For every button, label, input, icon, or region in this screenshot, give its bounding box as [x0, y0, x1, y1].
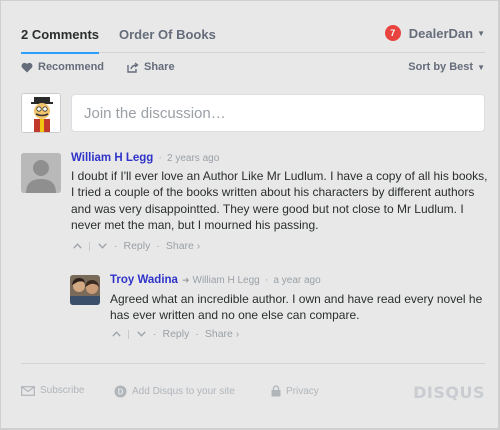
separator-dot: ·: [264, 274, 269, 286]
disqus-thread: 2 Comments Order Of Books 7 DealerDan ▼ …: [0, 0, 500, 430]
current-user-avatar[interactable]: [21, 93, 61, 133]
disqus-logo-icon: D: [114, 385, 127, 398]
share-label: Share: [144, 61, 175, 73]
thread-footer: Subscribe D Add Disqus to your site Priv…: [21, 383, 485, 402]
comment-author[interactable]: Troy Wadina: [110, 274, 178, 286]
avatar-image: [22, 94, 60, 132]
share-comment-button[interactable]: Share ›: [205, 328, 239, 340]
comment-input[interactable]: Join the discussion…: [71, 94, 485, 132]
separator-dot: ·: [156, 240, 160, 252]
separator-dot: ·: [153, 328, 157, 340]
avatar[interactable]: [70, 275, 100, 305]
in-reply-to-author: William H Legg: [192, 275, 260, 286]
comment-text: Agreed what an incredible author. I own …: [110, 292, 483, 323]
comment-actions: · Reply · Share ›: [71, 240, 200, 252]
tab-order-of-books[interactable]: Order Of Books: [119, 27, 216, 42]
comment-timestamp[interactable]: a year ago: [273, 275, 320, 286]
thread-toolbar: Recommend Share Sort by Best ▼: [21, 61, 485, 77]
heart-icon: [21, 62, 33, 72]
user-placeholder-icon: [21, 153, 61, 193]
comment-text: I doubt if I'll ever love an Author Like…: [71, 169, 488, 233]
reply-arrow-icon: ➜: [181, 275, 190, 285]
share-comment-button[interactable]: Share ›: [166, 240, 200, 252]
sort-label: Sort by Best: [408, 61, 474, 73]
downvote-icon[interactable]: [135, 331, 147, 337]
sort-dropdown[interactable]: Sort by Best ▼: [408, 61, 485, 73]
share-icon: [127, 61, 139, 73]
add-disqus-link[interactable]: D Add Disqus to your site: [114, 385, 235, 398]
chevron-down-icon[interactable]: ▼: [477, 29, 485, 38]
reply-button[interactable]: Reply: [163, 328, 190, 340]
user-menu[interactable]: 7 DealerDan ▼: [384, 25, 485, 41]
subscribe-label: Subscribe: [40, 385, 85, 396]
envelope-icon: [21, 385, 35, 396]
avatar-image: [70, 275, 100, 305]
in-reply-to[interactable]: ➜ William H Legg: [178, 275, 260, 286]
notification-badge[interactable]: 7: [384, 25, 401, 41]
reply-button[interactable]: Reply: [124, 240, 151, 252]
footer-divider: [21, 363, 485, 364]
lock-icon: [271, 385, 281, 397]
separator-dot: ·: [158, 152, 162, 164]
svg-text:D: D: [118, 388, 124, 397]
avatar[interactable]: [21, 153, 61, 193]
recommend-label: Recommend: [38, 61, 105, 73]
downvote-icon[interactable]: [96, 243, 108, 249]
comment-author[interactable]: William H Legg: [71, 152, 153, 164]
comment-actions: · Reply · Share ›: [110, 328, 239, 340]
username[interactable]: DealerDan: [409, 26, 473, 41]
add-disqus-label: Add Disqus to your site: [132, 386, 235, 397]
separator-dot: ·: [114, 240, 118, 252]
separator-dot: ·: [195, 328, 199, 340]
comment-timestamp[interactable]: 2 years ago: [167, 153, 219, 164]
comment-header: Troy Wadina ➜ William H Legg · a year ag…: [110, 274, 321, 286]
share-button[interactable]: Share: [127, 61, 175, 73]
tab-comments[interactable]: 2 Comments: [21, 27, 100, 54]
privacy-label: Privacy: [286, 385, 319, 397]
disqus-brand-logo[interactable]: DISQUS: [413, 383, 485, 402]
comment-header: William H Legg · 2 years ago: [71, 152, 219, 164]
vote-divider: [128, 329, 129, 339]
recommend-button[interactable]: Recommend: [21, 61, 104, 73]
upvote-icon[interactable]: [110, 331, 122, 337]
chevron-down-icon: ▼: [477, 62, 485, 72]
vote-divider: [89, 241, 90, 251]
privacy-link[interactable]: Privacy: [271, 385, 319, 397]
subscribe-link[interactable]: Subscribe: [21, 385, 84, 396]
upvote-icon[interactable]: [71, 243, 83, 249]
thread-nav: 2 Comments Order Of Books 7 DealerDan ▼: [21, 19, 485, 54]
